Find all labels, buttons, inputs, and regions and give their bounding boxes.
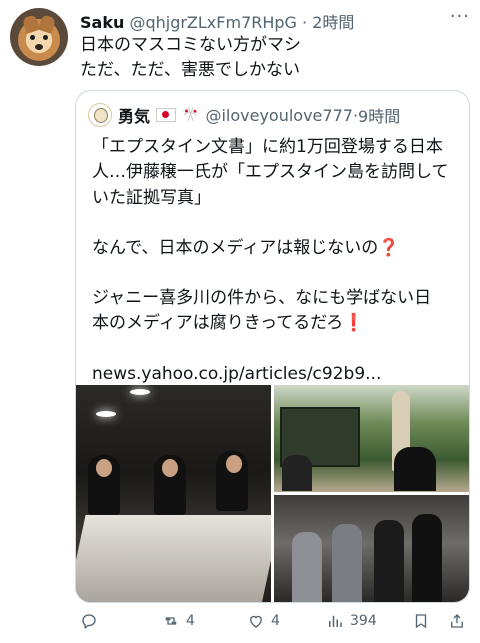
- tweet-text-line: ただ、ただ、害悪でしかない: [80, 60, 300, 80]
- quoted-tweet-time: 9時間: [358, 107, 401, 126]
- tweet-text-line: 日本のマスコミない方がマシ: [80, 35, 301, 55]
- article-link[interactable]: news.yahoo.co.jp/articles/c92b9...: [92, 362, 462, 387]
- quoted-tweet-header: 勇気 🎌 @iloveyoulove777 · 9時間: [88, 103, 400, 127]
- quoted-author-avatar[interactable]: [88, 103, 112, 127]
- quoted-text-line: 人…伊藤穣一氏が「エプスタイン島を訪問して: [92, 162, 449, 183]
- tweet-time[interactable]: 2時間: [312, 13, 354, 32]
- question-mark-icon: ❓: [378, 237, 400, 258]
- exclamation-mark-icon: ❗: [343, 313, 365, 334]
- festival-fan-icon: 🎌: [182, 107, 200, 123]
- quoted-author-name[interactable]: 勇気: [118, 103, 150, 127]
- share-button[interactable]: [448, 612, 466, 630]
- group-photo[interactable]: [274, 495, 469, 602]
- more-options-icon[interactable]: ···: [450, 6, 470, 27]
- quoted-text-line: なんで、日本のメディアは報じないの❓: [92, 236, 462, 261]
- reply-button[interactable]: [80, 612, 104, 630]
- tweet-text: 日本のマスコミない方がマシ ただ、ただ、害悪でしかない: [80, 33, 301, 83]
- tweet-actions: 4 4 394: [80, 612, 470, 636]
- reply-icon: [82, 614, 96, 630]
- tweet-header: Saku @qhjgrZLxFm7RHpG · 2時間: [80, 9, 354, 33]
- quoted-text-line: 本のメディアは腐りきってるだろ❗: [92, 311, 462, 336]
- quoted-text-line: いた証拠写真」: [92, 187, 211, 208]
- views-button[interactable]: 394: [326, 612, 377, 630]
- quoted-text-line: 「エプスタイン文書」に約1万回登場する日本: [92, 137, 443, 157]
- island-photo[interactable]: [274, 385, 469, 492]
- retweet-icon: [165, 617, 177, 625]
- author-handle[interactable]: @qhjgrZLxFm7RHpG: [129, 13, 297, 32]
- like-count: 4: [271, 613, 280, 629]
- author-name[interactable]: Saku: [80, 13, 124, 32]
- bookmark-button[interactable]: [412, 612, 430, 630]
- bookmark-icon: [415, 614, 427, 629]
- quoted-author-handle[interactable]: @iloveyoulove777: [205, 106, 352, 125]
- quoted-tweet-text: 「エプスタイン文書」に約1万回登場する日本 人…伊藤穣一氏が「エプスタイン島を訪…: [92, 135, 462, 387]
- like-button[interactable]: 4: [247, 612, 280, 630]
- views-count: 394: [350, 613, 377, 629]
- retweet-button[interactable]: 4: [162, 612, 195, 630]
- share-icon: [451, 614, 463, 628]
- quoted-tweet[interactable]: 勇気 🎌 @iloveyoulove777 · 9時間 「エプスタイン文書」に約…: [75, 90, 470, 603]
- views-chart-icon: [329, 615, 342, 627]
- retweet-count: 4: [186, 613, 195, 629]
- japan-flag-icon: [156, 108, 177, 122]
- dinner-photo[interactable]: [76, 385, 271, 602]
- quoted-text: 本のメディアは腐りきってるだろ: [92, 313, 344, 334]
- quoted-text-line: ジャニー喜多川の件から、なにも学ばない日: [92, 288, 432, 309]
- author-avatar[interactable]: [10, 8, 68, 66]
- separator: ·: [302, 13, 308, 32]
- quoted-text: なんで、日本のメディアは報じないの: [92, 237, 379, 258]
- heart-icon: [250, 615, 262, 628]
